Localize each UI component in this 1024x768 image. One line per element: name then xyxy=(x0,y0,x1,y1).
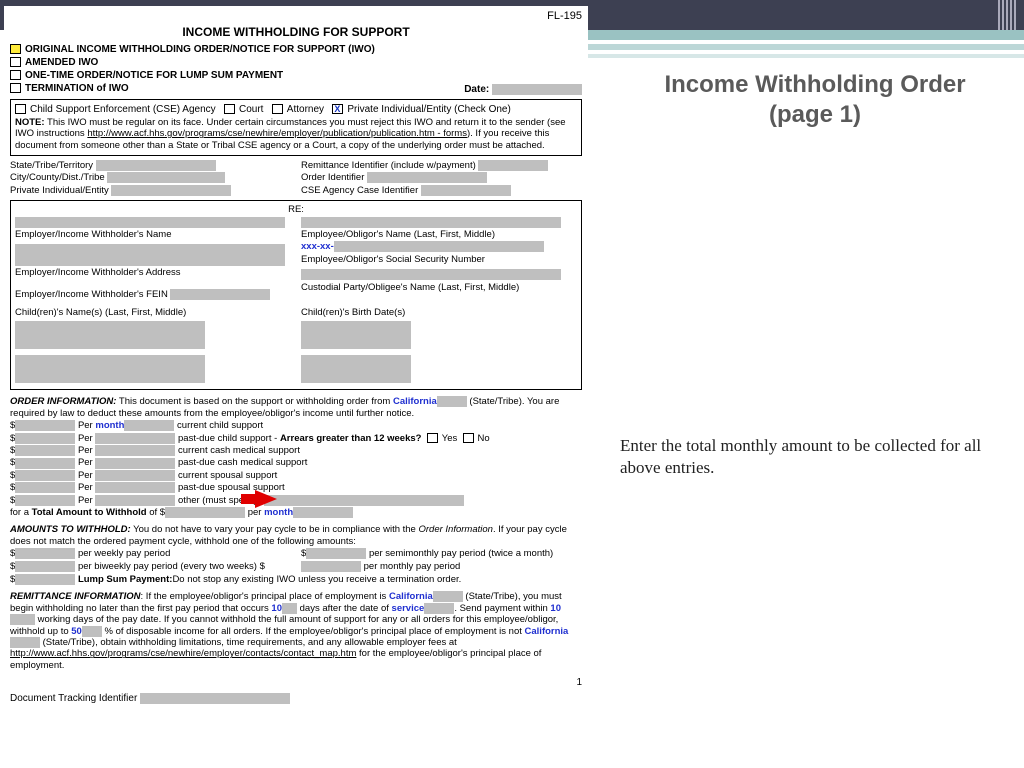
field-remit[interactable] xyxy=(478,160,548,171)
note-link[interactable]: http://www.acf.hhs.gov/programs/cse/newh… xyxy=(87,128,467,139)
field-cseid[interactable] xyxy=(421,185,511,196)
amt-pss[interactable] xyxy=(15,482,75,493)
chk-arrears-yes[interactable] xyxy=(427,433,438,443)
chk-arrears-no[interactable] xyxy=(463,433,474,443)
sender-box: Child Support Enforcement (CSE) Agency C… xyxy=(10,99,582,156)
slide-title: Income Withholding Order (page 1) xyxy=(620,70,1010,130)
field-child-names[interactable] xyxy=(15,321,205,349)
form-title: INCOME WITHHOLDING FOR SUPPORT xyxy=(10,25,582,39)
arrow-icon xyxy=(255,490,277,508)
remit-link[interactable]: http://www.acf.hhs.gov/programs/cse/newh… xyxy=(10,648,356,659)
field-tracking[interactable] xyxy=(140,693,290,704)
field-child-names[interactable] xyxy=(15,355,205,383)
checkbox-court[interactable] xyxy=(224,104,235,114)
amt-monthly[interactable] xyxy=(301,561,361,572)
amt-weekly[interactable] xyxy=(15,548,75,559)
decor-stripe xyxy=(580,54,1024,58)
amt-css[interactable] xyxy=(15,470,75,481)
amt-ccs[interactable] xyxy=(15,420,75,431)
slide-caption: Enter the total monthly amount to be col… xyxy=(620,435,1010,479)
field-cust-name[interactable] xyxy=(301,269,561,280)
date-field[interactable] xyxy=(492,84,582,95)
decor-stripe xyxy=(580,44,1024,50)
checkbox-original[interactable] xyxy=(10,44,21,54)
decor-stripe xyxy=(580,30,1024,40)
amt-biweekly[interactable] xyxy=(15,561,75,572)
decor-vert-bars xyxy=(998,0,1018,30)
field-state[interactable] xyxy=(96,160,216,171)
field-ssn[interactable] xyxy=(334,241,544,252)
checkbox-amended[interactable] xyxy=(10,57,21,67)
amt-lump[interactable] xyxy=(15,574,75,585)
amt-semimonthly[interactable] xyxy=(306,548,366,559)
field-fein[interactable] xyxy=(170,289,270,300)
checkbox-cse[interactable] xyxy=(15,104,26,114)
amt-total[interactable] xyxy=(165,507,245,518)
checkbox-private[interactable] xyxy=(332,104,343,114)
field-child-dob[interactable] xyxy=(301,321,411,349)
field-emp-addr[interactable] xyxy=(15,244,285,266)
field-priv[interactable] xyxy=(111,185,231,196)
amt-pcs[interactable] xyxy=(15,433,75,444)
parties-box: RE: Employer/Income Withholder's Name Em… xyxy=(10,200,582,390)
amt-cms[interactable] xyxy=(15,445,75,456)
iwo-form: FL-195 INCOME WITHHOLDING FOR SUPPORT OR… xyxy=(4,6,588,716)
field-order[interactable] xyxy=(367,172,487,183)
checkbox-onetime[interactable] xyxy=(10,70,21,80)
page-number: 1 xyxy=(10,677,582,689)
amt-pms[interactable] xyxy=(15,458,75,469)
field-city[interactable] xyxy=(107,172,225,183)
field-emp-name[interactable] xyxy=(15,217,285,228)
field-obl-name[interactable] xyxy=(301,217,561,228)
checkbox-termination[interactable] xyxy=(10,83,21,93)
form-code: FL-195 xyxy=(10,10,582,23)
checkbox-attorney[interactable] xyxy=(272,104,283,114)
amt-other[interactable] xyxy=(15,495,75,506)
field-child-dob[interactable] xyxy=(301,355,411,383)
